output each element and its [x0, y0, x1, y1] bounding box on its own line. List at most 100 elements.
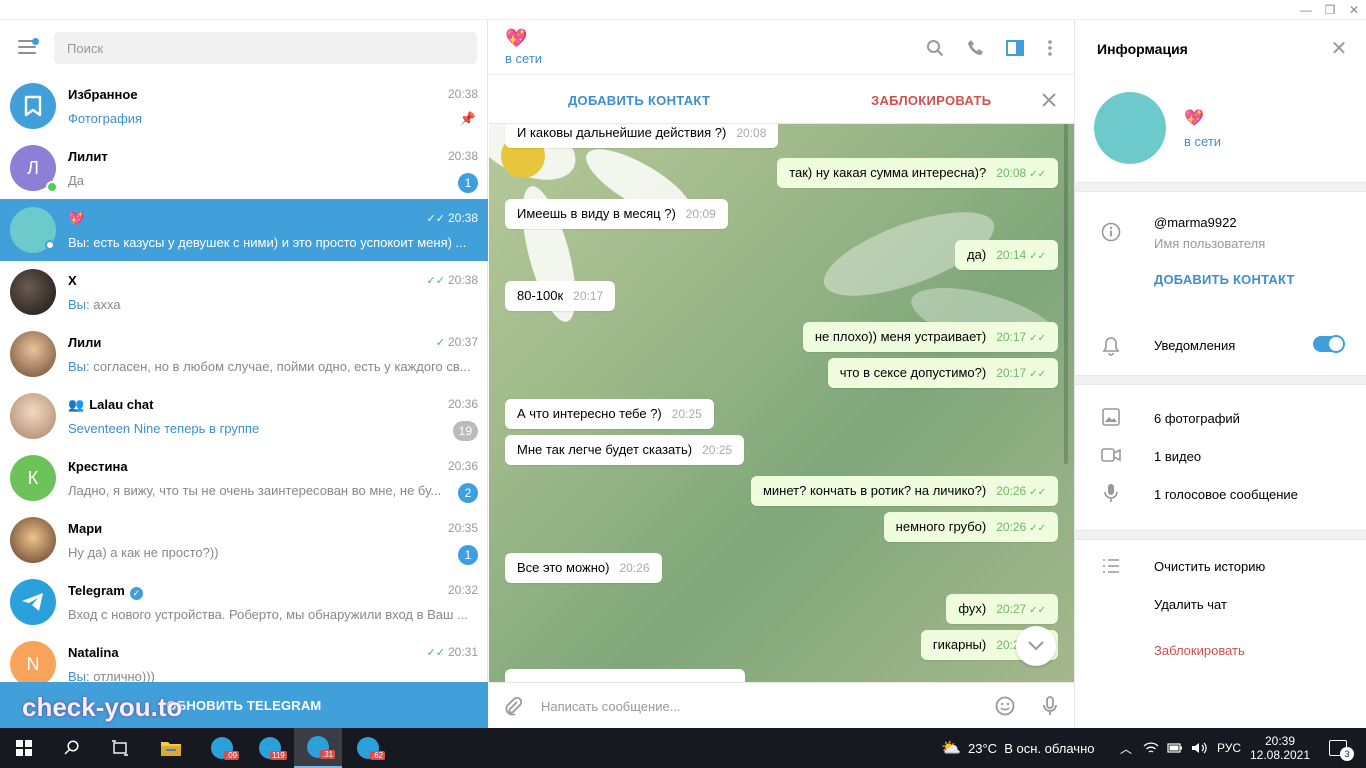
- notifications-toggle[interactable]: [1313, 335, 1345, 353]
- telegram-taskbar-app[interactable]: .09: [204, 728, 240, 768]
- message-incoming: Мне так легче будет сказать) 20:25: [505, 435, 745, 465]
- username-label: Имя пользователя: [1154, 236, 1266, 251]
- read-checks-icon: ✓✓: [1029, 369, 1046, 380]
- scrollbar[interactable]: [1064, 124, 1068, 464]
- chat-item[interactable]: К Крестина 20:36 Ладно, я вижу, что ты н…: [0, 447, 488, 509]
- watermark-text: check-you.to: [22, 692, 183, 722]
- username[interactable]: @marma9922: [1154, 215, 1237, 230]
- battery-icon[interactable]: [1164, 728, 1186, 768]
- search-input[interactable]: [54, 32, 477, 64]
- windows-taskbar: .09 119 .31 .62 ⛅ 23°C В осн. облачно ︿ …: [0, 728, 1366, 768]
- avatar: [10, 517, 56, 563]
- chat-time: ✓✓ 20:38: [426, 211, 478, 225]
- chat-name: Крестина: [68, 459, 128, 474]
- chat-preview: Вы: согласен, но в любом случае, пойми о…: [68, 359, 471, 374]
- telegram-taskbar-app-active[interactable]: .31: [294, 728, 342, 768]
- scroll-down-button[interactable]: [1016, 626, 1056, 666]
- chat-item-group[interactable]: 👥 Lalau chat 20:36 Seventeen Nine теперь …: [0, 385, 488, 447]
- search-icon[interactable]: [58, 728, 86, 768]
- attach-icon[interactable]: [503, 696, 523, 716]
- chat-item-telegram[interactable]: Telegram ✓ 20:32 Вход с нового устройства…: [0, 571, 488, 633]
- message-outgoing: фух) 20:27 ✓✓: [946, 594, 1058, 624]
- chat-list-header: [0, 20, 488, 76]
- chat-header: 💖 в сети: [489, 20, 1074, 75]
- maximize-icon[interactable]: ❐: [1318, 0, 1342, 20]
- shared-photos[interactable]: 6 фотографий: [1154, 411, 1240, 426]
- clock[interactable]: 20:39 12.08.2021: [1248, 728, 1312, 768]
- chat-item[interactable]: X ✓✓ 20:38 Вы: ахха: [0, 261, 488, 323]
- chat-name: Лили: [68, 335, 102, 350]
- close-icon[interactable]: [1039, 90, 1059, 110]
- video-icon: [1101, 445, 1121, 465]
- chevron-up-icon[interactable]: ︿: [1116, 728, 1136, 768]
- clear-history-button[interactable]: Очистить историю: [1154, 559, 1265, 574]
- shared-voice[interactable]: 1 голосовое сообщение: [1154, 487, 1298, 502]
- shared-videos[interactable]: 1 видео: [1154, 449, 1201, 464]
- minimize-icon[interactable]: —: [1294, 0, 1318, 20]
- divider: [1075, 375, 1366, 385]
- bell-icon: [1101, 336, 1121, 356]
- network-icon[interactable]: [1140, 728, 1162, 768]
- message-list: И каковы дальнейшие действия ?) 20:08 так…: [489, 124, 1074, 682]
- clock-date: 12.08.2021: [1249, 748, 1311, 762]
- photo-icon: [1101, 407, 1121, 427]
- clock-time: 20:39: [1264, 734, 1296, 748]
- read-checks-icon: ✓✓: [1029, 169, 1046, 180]
- add-contact-button[interactable]: ДОБАВИТЬ КОНТАКТ: [568, 93, 710, 108]
- read-checks-icon: ✓✓: [426, 213, 445, 225]
- notification-center-icon[interactable]: 3: [1318, 728, 1358, 768]
- weather-icon[interactable]: ⛅: [938, 728, 964, 768]
- avatar: N: [10, 641, 56, 682]
- chat-item[interactable]: Л Лилит 20:38 Да 1: [0, 137, 488, 199]
- chat-time: ✓✓ 20:31: [426, 645, 478, 659]
- read-checks-icon: ✓✓: [1029, 251, 1046, 262]
- telegram-logo-icon: [10, 579, 56, 625]
- avatar: [10, 269, 56, 315]
- chat-item-saved[interactable]: Избранное 20:38 Фотография 📌: [0, 75, 488, 137]
- sidebar-toggle-icon[interactable]: [1005, 38, 1025, 58]
- delete-chat-button[interactable]: Удалить чат: [1154, 597, 1227, 612]
- message-input[interactable]: [541, 695, 961, 717]
- language-indicator[interactable]: РУС: [1214, 728, 1244, 768]
- block-user-button[interactable]: Заблокировать: [1154, 643, 1245, 658]
- chat-time: 20:35: [447, 521, 478, 535]
- read-checks-icon: ✓✓: [1029, 523, 1046, 534]
- microphone-icon[interactable]: [1040, 696, 1060, 716]
- task-view-icon[interactable]: [106, 728, 134, 768]
- profile-status: в сети: [1184, 134, 1222, 149]
- weather-text[interactable]: 23°C В осн. облачно: [968, 728, 1108, 768]
- add-contact-link[interactable]: ДОБАВИТЬ КОНТАКТ: [1154, 272, 1295, 287]
- message-incoming: И каковы дальнейшие действия ?) 20:08: [505, 124, 779, 148]
- message-outgoing: не плохо)) меня устраивает) 20:17 ✓✓: [802, 322, 1058, 352]
- file-explorer-icon[interactable]: [156, 728, 186, 768]
- chat-time: ✓ 20:37: [435, 335, 478, 349]
- more-options-icon[interactable]: [1040, 38, 1060, 58]
- read-checks-icon: ✓✓: [1029, 487, 1046, 498]
- read-checks-icon: ✓✓: [426, 275, 445, 287]
- telegram-taskbar-app[interactable]: .62: [350, 728, 386, 768]
- chat-title[interactable]: 💖: [505, 28, 527, 49]
- emoji-icon[interactable]: [995, 696, 1015, 716]
- message-outgoing: минет? кончать в ротик? на личико?) 20:26…: [750, 476, 1058, 506]
- search-icon[interactable]: [925, 38, 945, 58]
- chat-item[interactable]: Лили ✓ 20:37 Вы: согласен, но в любом слу…: [0, 323, 488, 385]
- chat-name: X: [68, 273, 77, 288]
- chat-time: 20:38: [447, 87, 478, 101]
- chat-item-active[interactable]: 💖 ✓✓ 20:38 Вы: есть казусы у девушек с ни…: [0, 199, 488, 261]
- pin-icon: 📌: [459, 111, 476, 126]
- chat-item[interactable]: Мари 20:35 Ну да) а как не просто?)) 1: [0, 509, 488, 571]
- message-outgoing: немного грубо) 20:26 ✓✓: [883, 512, 1058, 542]
- phone-icon[interactable]: [966, 38, 986, 58]
- volume-icon[interactable]: [1188, 728, 1210, 768]
- close-icon[interactable]: ✕: [1329, 38, 1349, 60]
- telegram-window: — ❐ ✕ Избранное 20:38 Фотография 📌 Л Лил…: [0, 0, 1366, 768]
- windows-start-icon[interactable]: [10, 728, 38, 768]
- chat-name: Telegram ✓: [68, 583, 143, 600]
- profile-avatar[interactable]: [1094, 92, 1166, 164]
- unread-badge: 1: [458, 173, 478, 193]
- info-icon: [1101, 222, 1121, 242]
- close-window-icon[interactable]: ✕: [1342, 0, 1366, 20]
- telegram-taskbar-app[interactable]: 119: [252, 728, 288, 768]
- chat-item[interactable]: N Natalina ✓✓ 20:31 Вы: отлично))): [0, 633, 488, 682]
- block-button[interactable]: ЗАБЛОКИРОВАТЬ: [871, 93, 991, 108]
